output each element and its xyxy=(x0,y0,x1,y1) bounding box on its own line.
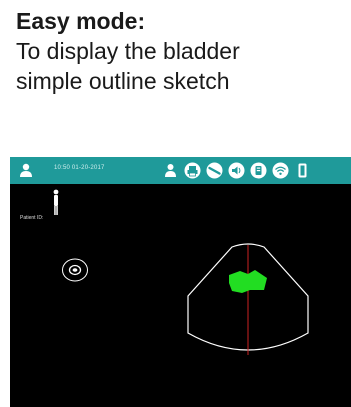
user-icon[interactable] xyxy=(18,162,34,178)
storage-icon[interactable] xyxy=(250,162,267,179)
device-screen: 10:50 01-20-2017 Patient ID: xyxy=(10,157,351,407)
volume-icon[interactable] xyxy=(228,162,245,179)
patient-icon[interactable] xyxy=(162,162,179,179)
caption-title: Easy mode: xyxy=(16,8,146,34)
caption-line-2: simple outline sketch xyxy=(16,68,230,94)
patient-id-label: Patient ID: xyxy=(20,215,44,221)
bladder-scan-sector xyxy=(187,243,309,355)
person-icon xyxy=(53,189,59,215)
probe-icon[interactable] xyxy=(206,162,223,179)
wifi-icon[interactable] xyxy=(272,162,289,179)
printer-icon[interactable] xyxy=(184,162,201,179)
caption: Easy mode: To display the bladder simple… xyxy=(16,6,346,96)
battery-icon xyxy=(298,163,307,178)
caption-line-1: To display the bladder xyxy=(16,38,240,64)
device-topbar: 10:50 01-20-2017 xyxy=(10,157,351,184)
scan-target-icon[interactable] xyxy=(60,257,90,283)
datetime-readout: 10:50 01-20-2017 xyxy=(54,165,105,171)
